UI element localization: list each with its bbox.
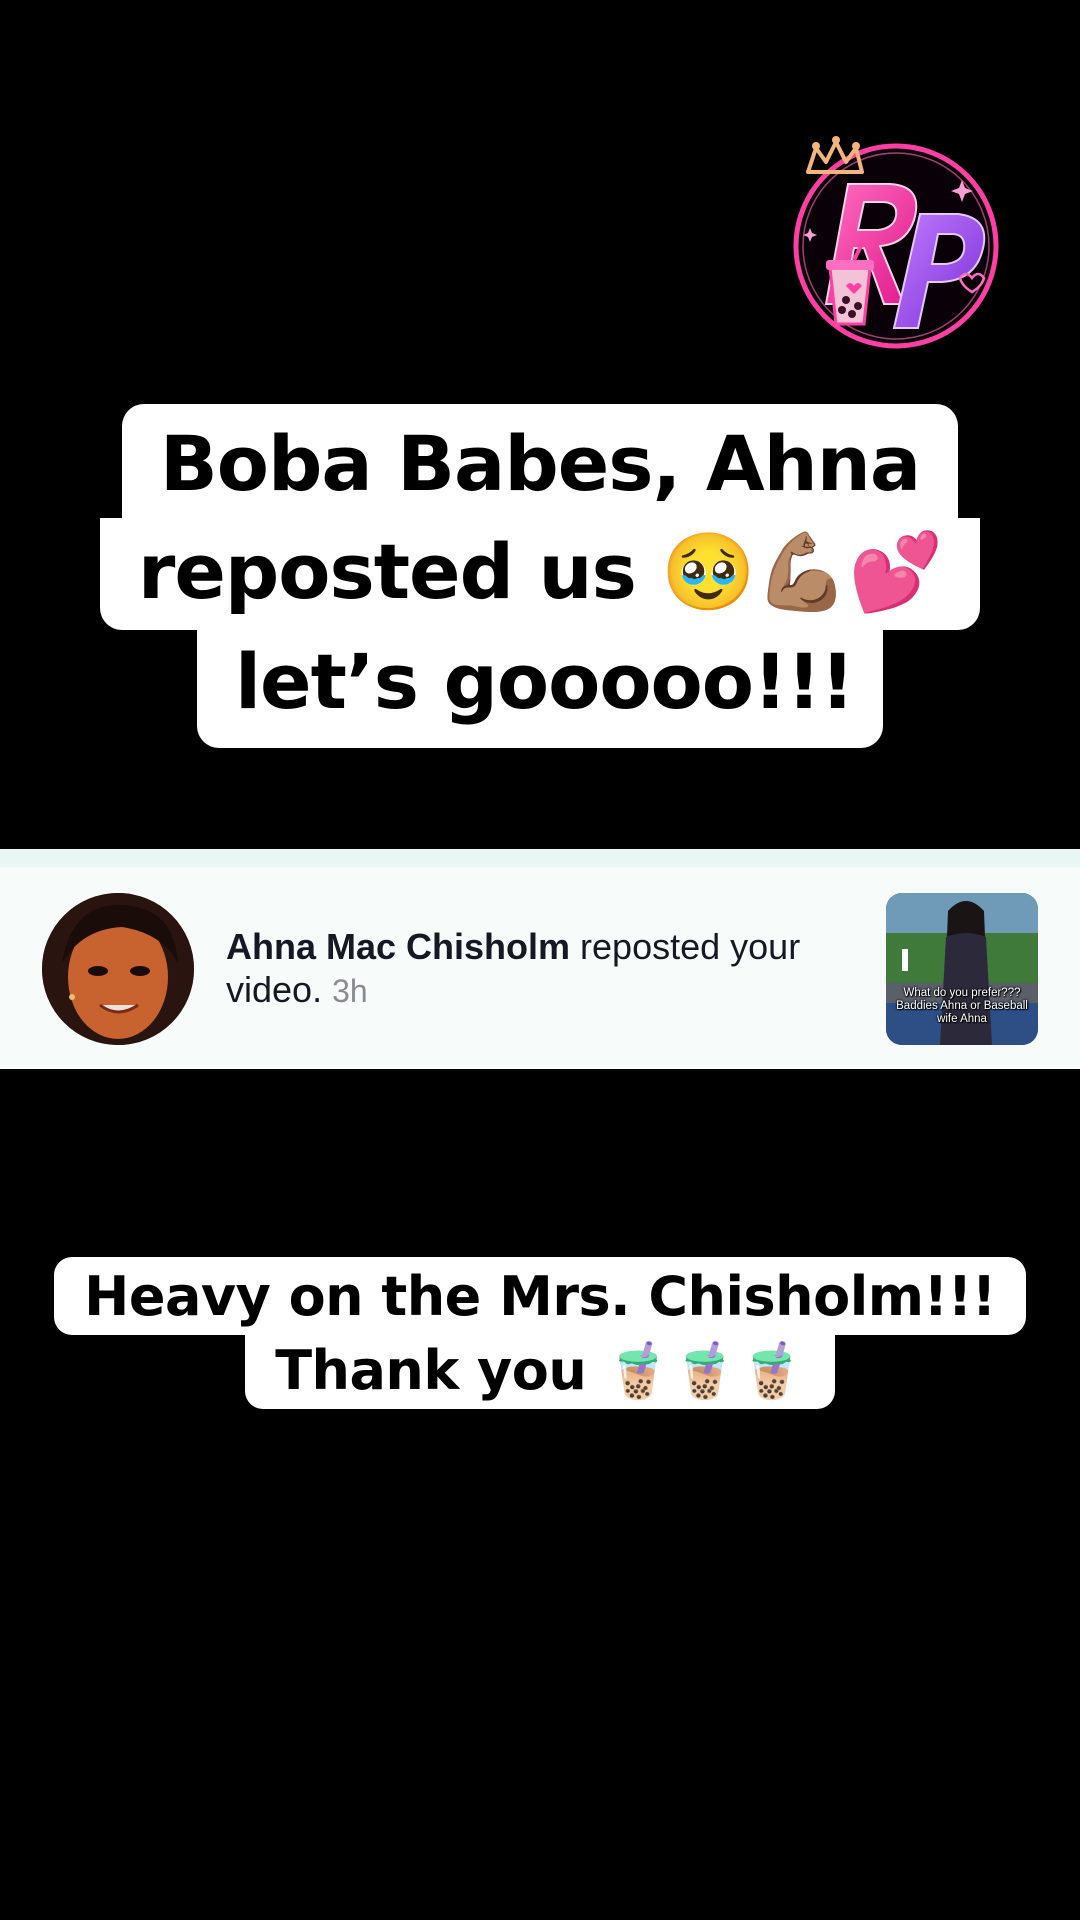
avatar[interactable] — [42, 893, 194, 1045]
notification-text: Ahna Mac Chisholm reposted your video. 3… — [226, 925, 866, 1013]
repost-notification[interactable]: Ahna Mac Chisholm reposted your video. 3… — [0, 849, 1080, 1069]
rp-logo — [793, 136, 999, 349]
caption-top-line-1: Boba Babes, Ahna — [121, 404, 959, 518]
notification-top-bar — [0, 849, 1080, 867]
thumbnail-caption: What do you prefer??? Baddies Ahna or Ba… — [896, 987, 1028, 1025]
notification-time: 3h — [332, 973, 368, 1009]
caption-bottom-line-2: Thank you 🧋🧋🧋 — [245, 1327, 835, 1409]
caption-bottom-line-1: Heavy on the Mrs. Chisholm!!! — [54, 1257, 1026, 1335]
notification-username[interactable]: Ahna Mac Chisholm — [226, 926, 570, 967]
caption-bottom: Heavy on the Mrs. Chisholm!!! Thank you … — [0, 1257, 1080, 1409]
caption-top-line-2: reposted us 🥹💪🏽💕 — [99, 518, 981, 630]
video-thumbnail[interactable]: What do you prefer??? Baddies Ahna or Ba… — [886, 893, 1038, 1045]
caption-top-line-3: let’s gooooo!!! — [197, 628, 883, 748]
avatar-image — [42, 893, 194, 1045]
caption-top: Boba Babes, Ahna reposted us 🥹💪🏽💕 let’s … — [0, 404, 1080, 748]
